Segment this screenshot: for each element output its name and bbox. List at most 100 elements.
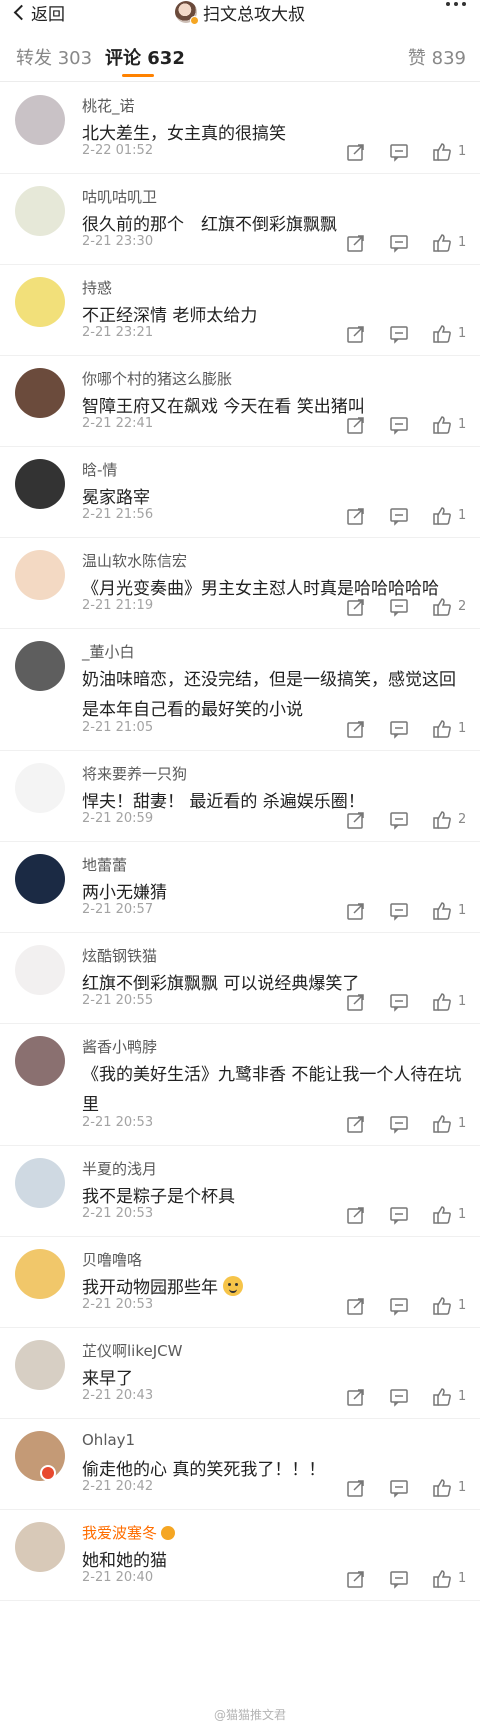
tab-like[interactable]: 赞 839 [408,44,466,70]
user-avatar[interactable] [15,277,65,327]
reply-icon[interactable] [389,506,409,526]
user-avatar[interactable] [15,945,65,995]
user-name[interactable]: _董小白 [82,641,135,662]
comment-item[interactable]: 你哪个村的猪这么膨胀 智障王府又在飙戏 今天在看 笑出猪叫 2-21 22:41 1 [0,356,480,447]
tab-comment[interactable]: 评论 632 [105,44,185,70]
user-avatar[interactable] [15,459,65,509]
user-avatar[interactable] [15,368,65,418]
reply-icon[interactable] [389,415,409,435]
user-avatar[interactable] [15,186,65,236]
user-avatar[interactable] [15,763,65,813]
user-name[interactable]: 地蕾蕾 [82,854,127,875]
share-icon[interactable] [346,901,366,921]
share-icon[interactable] [346,324,366,344]
share-icon[interactable] [346,1296,366,1316]
comment-item[interactable]: 温山软水陈信宏 《月光变奏曲》男主女主怼人时真是哈哈哈哈哈 2-21 21:19 2 [0,538,480,629]
share-icon[interactable] [346,233,366,253]
like-icon[interactable] [432,901,452,921]
tab-retweet[interactable]: 转发 303 [16,44,92,70]
comment-item[interactable]: 贝噜噜咯 我开动物园那些年 2-21 20:53 1 [0,1237,480,1328]
share-icon[interactable] [346,142,366,162]
user-name[interactable]: 将来要养一只狗 [82,763,187,784]
comment-item[interactable]: 持惑 不正经深情 老师太给力 2-21 23:21 1 [0,265,480,356]
reply-icon[interactable] [389,901,409,921]
user-name[interactable]: 芷仪啊likeJCW [82,1340,182,1361]
reply-icon[interactable] [389,992,409,1012]
user-avatar[interactable] [15,1158,65,1208]
comment-item[interactable]: 酱香小鸭脖 《我的美好生活》九鹭非香 不能让我一个人待在坑里 2-21 20:53 1 [0,1024,480,1146]
author-avatar[interactable] [175,1,199,25]
share-icon[interactable] [346,1478,366,1498]
reply-icon[interactable] [389,810,409,830]
share-icon[interactable] [346,1387,366,1407]
comment-item[interactable]: 桃花_诺 北大差生，女主真的很搞笑 2-22 01:52 1 [0,83,480,174]
like-icon[interactable] [432,1387,452,1407]
share-icon[interactable] [346,719,366,739]
user-name[interactable]: 持惑 [82,277,112,298]
user-avatar[interactable] [15,641,65,691]
share-icon[interactable] [346,992,366,1012]
user-name[interactable]: 温山软水陈信宏 [82,550,187,571]
user-name[interactable]: 我爱波塞冬 [82,1522,176,1543]
more-options-icon[interactable] [446,2,466,6]
share-icon[interactable] [346,506,366,526]
share-icon[interactable] [346,415,366,435]
comment-item[interactable]: 半夏的浅月 我不是粽子是个杯具 2-21 20:53 1 [0,1146,480,1237]
reply-icon[interactable] [389,142,409,162]
comment-item[interactable]: 将来要养一只狗 悍夫！甜妻！ 最近看的 杀遍娱乐圈！ 2-21 20:59 2 [0,751,480,842]
author-name[interactable]: 扫文总攻大叔 [203,0,305,25]
user-name[interactable]: 酱香小鸭脖 [82,1036,157,1057]
share-icon[interactable] [346,810,366,830]
comment-item[interactable]: 晗-情 冕家路宰 2-21 21:56 1 [0,447,480,538]
user-name[interactable]: 你哪个村的猪这么膨胀 [82,368,232,389]
comment-item[interactable]: 炫酷钢铁猫 红旗不倒彩旗飘飘 可以说经典爆笑了 2-21 20:55 1 [0,933,480,1024]
like-icon[interactable] [432,233,452,253]
user-name[interactable]: 桃花_诺 [82,95,135,116]
reply-icon[interactable] [389,1205,409,1225]
reply-icon[interactable] [389,1296,409,1316]
like-icon[interactable] [432,1114,452,1134]
share-icon[interactable] [346,1569,366,1589]
reply-icon[interactable] [389,233,409,253]
reply-icon[interactable] [389,1114,409,1134]
user-name[interactable]: 贝噜噜咯 [82,1249,142,1270]
reply-icon[interactable] [389,1387,409,1407]
like-icon[interactable] [432,1296,452,1316]
like-icon[interactable] [432,506,452,526]
user-avatar[interactable] [15,1522,65,1572]
share-icon[interactable] [346,597,366,617]
reply-icon[interactable] [389,597,409,617]
comment-item[interactable]: 我爱波塞冬 她和她的猫 2-21 20:40 1 [0,1510,480,1601]
comment-item[interactable]: 地蕾蕾 两小无嫌猜 2-21 20:57 1 [0,842,480,933]
user-name[interactable]: 半夏的浅月 [82,1158,157,1179]
user-avatar[interactable] [15,95,65,145]
reply-icon[interactable] [389,324,409,344]
user-name[interactable]: 晗-情 [82,459,117,480]
reply-icon[interactable] [389,1569,409,1589]
comment-item[interactable]: 咕叽咕叽卫 很久前的那个 红旗不倒彩旗飘飘 2-21 23:30 1 [0,174,480,265]
like-icon[interactable] [432,1478,452,1498]
user-avatar[interactable] [15,854,65,904]
user-name[interactable]: Ohlay1 [82,1431,135,1449]
comment-item[interactable]: 芷仪啊likeJCW 来早了 2-21 20:43 1 [0,1328,480,1419]
share-icon[interactable] [346,1205,366,1225]
like-icon[interactable] [432,142,452,162]
reply-icon[interactable] [389,1478,409,1498]
like-icon[interactable] [432,1205,452,1225]
share-icon[interactable] [346,1114,366,1134]
user-name[interactable]: 炫酷钢铁猫 [82,945,157,966]
like-icon[interactable] [432,415,452,435]
user-avatar[interactable] [15,550,65,600]
comment-item[interactable]: _董小白 奶油味暗恋，还没完结，但是一级搞笑，感觉这回是本年自己看的最好笑的小说 2… [0,629,480,751]
like-icon[interactable] [432,1569,452,1589]
user-avatar[interactable] [15,1340,65,1390]
like-icon[interactable] [432,597,452,617]
like-icon[interactable] [432,324,452,344]
reply-icon[interactable] [389,719,409,739]
user-avatar[interactable] [15,1036,65,1086]
comment-item[interactable]: Ohlay1 偷走他的心 真的笑死我了！！！ 2-21 20:42 1 [0,1419,480,1510]
user-avatar[interactable] [15,1249,65,1299]
like-icon[interactable] [432,810,452,830]
like-icon[interactable] [432,719,452,739]
like-icon[interactable] [432,992,452,1012]
